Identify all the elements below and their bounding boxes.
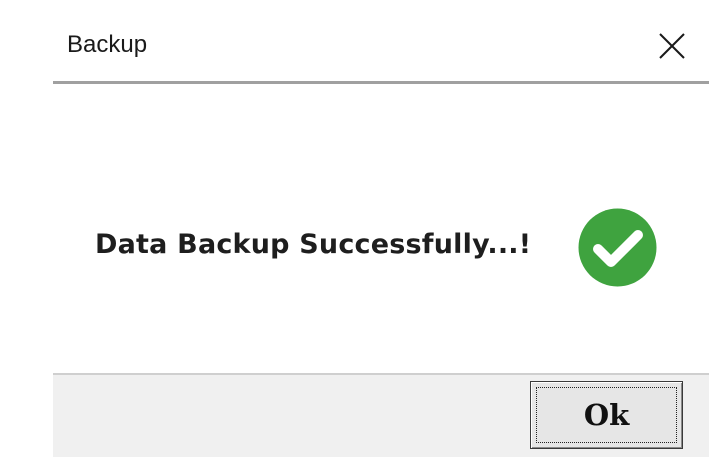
success-message: Data Backup Successfully...! <box>95 229 532 260</box>
title-bar: Backup <box>0 0 709 84</box>
focus-rectangle: Ok <box>536 387 677 443</box>
ok-button-label: Ok <box>583 398 630 432</box>
window-title: Backup <box>67 31 148 58</box>
dialog-content: Data Backup Successfully...! <box>0 84 709 374</box>
dialog-footer: Ok <box>53 373 709 457</box>
close-button[interactable] <box>652 26 692 66</box>
ok-button[interactable]: Ok <box>530 381 683 449</box>
close-icon <box>659 33 685 59</box>
check-circle-icon <box>578 208 657 287</box>
backup-dialog: Backup Data Backup Successfully...! Ok <box>0 0 709 457</box>
